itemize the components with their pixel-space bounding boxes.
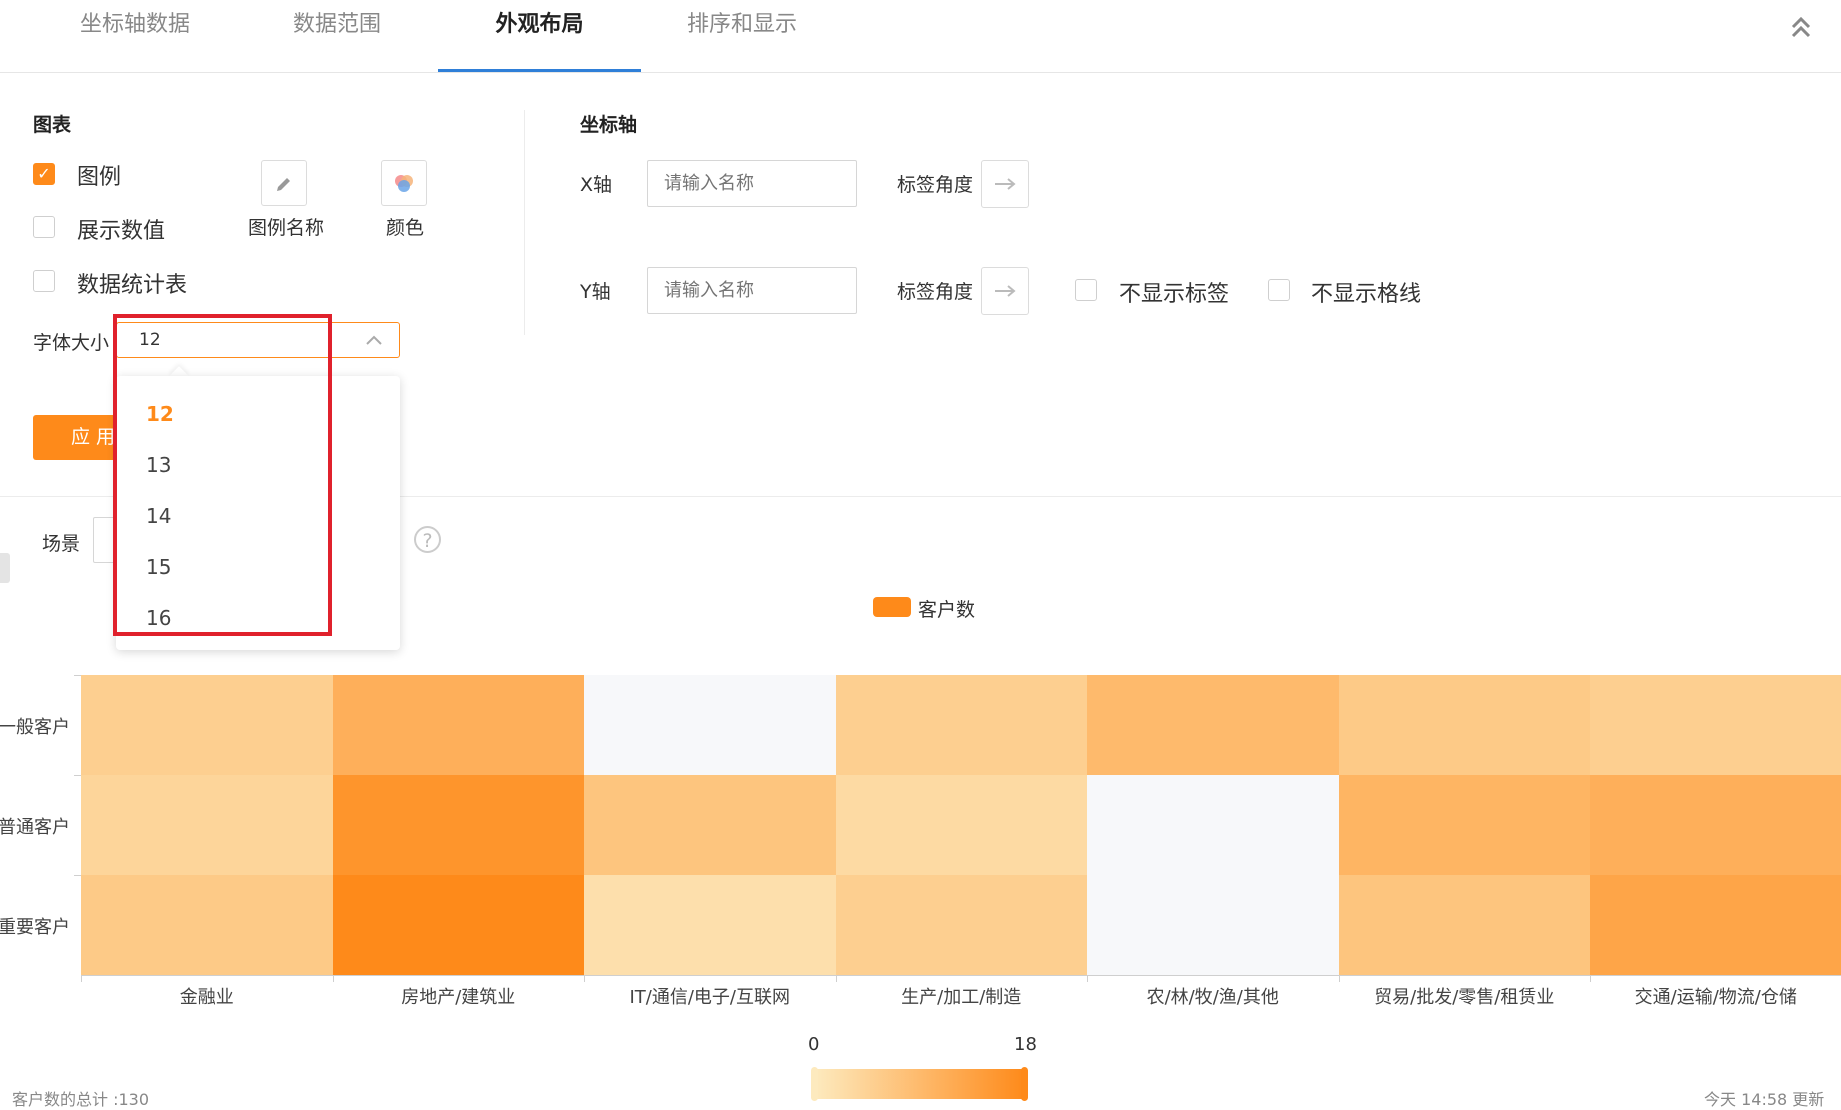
y-axis-tick-label: 普通客户: [0, 817, 70, 838]
x-axis-tick-label: 生产/加工/制造: [901, 987, 1022, 1008]
arrow-right-icon: [994, 173, 1016, 192]
heatmap-cell[interactable]: [1590, 875, 1841, 975]
heatmap-cell[interactable]: [584, 675, 836, 775]
heatmap-cell[interactable]: [835, 675, 1088, 775]
heatmap-cell[interactable]: [1087, 775, 1339, 875]
hide-labels-label: 不显示标签: [1119, 282, 1230, 307]
chevron-up-icon: [365, 323, 383, 369]
hide-gridlines-label: 不显示格线: [1311, 282, 1422, 307]
heatmap-cell[interactable]: [835, 875, 1088, 975]
heatmap-cell[interactable]: [584, 875, 836, 975]
font-size-label: 字体大小: [33, 332, 110, 354]
legend-checkbox[interactable]: ✓: [33, 163, 55, 185]
x-axis-tick-label: 贸易/批发/零售/租赁业: [1374, 987, 1555, 1008]
visual-map-min-label: 0: [808, 1034, 820, 1055]
y-axis-label: Y轴: [580, 281, 611, 303]
y-tag-angle-label: 标签角度: [897, 281, 974, 303]
highlight-box: [113, 314, 332, 636]
legend-swatch[interactable]: [873, 597, 911, 617]
heatmap-cell[interactable]: [835, 775, 1088, 875]
heatmap-cell[interactable]: [1590, 675, 1841, 775]
heatmap-cell[interactable]: [81, 875, 333, 975]
legend-name-label: 图例名称: [248, 217, 325, 239]
color-label: 颜色: [386, 217, 425, 239]
x-tag-angle-label: 标签角度: [897, 174, 974, 196]
pencil-icon: [274, 173, 294, 192]
visual-map-max-label: 18: [1014, 1034, 1037, 1055]
x-axis-tick-label: 金融业: [179, 987, 234, 1008]
x-axis-tick: [81, 975, 82, 982]
x-axis-tick-label: 房地产/建筑业: [401, 987, 516, 1008]
collapse-icon[interactable]: [1784, 14, 1818, 48]
visual-map-bar: [815, 1069, 1025, 1099]
section-divider: [524, 110, 525, 335]
visual-map-max-handle[interactable]: [1021, 1067, 1028, 1101]
tab-data-range[interactable]: 数据范围: [262, 0, 412, 72]
heatmap-cell[interactable]: [1338, 675, 1591, 775]
data-table-checkbox[interactable]: [33, 270, 55, 292]
heatmap-cell[interactable]: [332, 675, 585, 775]
footer-updated: 今天 14:58 更新: [1704, 1090, 1825, 1109]
tab-sort-display[interactable]: 排序和显示: [672, 0, 812, 72]
heatmap-cell[interactable]: [81, 675, 333, 775]
tab-appearance-layout[interactable]: 外观布局: [438, 0, 641, 72]
y-axis-tick-label: 重要客户: [0, 917, 70, 938]
y-axis-tick: [74, 775, 81, 776]
chart-section-title: 图表: [33, 114, 72, 136]
x-axis-tick-label: IT/通信/电子/互联网: [629, 987, 791, 1008]
y-axis-name-input[interactable]: [647, 267, 857, 314]
data-table-label: 数据统计表: [77, 273, 188, 298]
visual-map-min-handle[interactable]: [811, 1067, 818, 1101]
tab-axis-data[interactable]: 坐标轴数据: [62, 0, 208, 72]
show-values-checkbox[interactable]: [33, 216, 55, 238]
hide-gridlines-checkbox[interactable]: [1268, 279, 1290, 301]
y-tag-angle-button[interactable]: [981, 267, 1029, 315]
x-axis-name-input[interactable]: [647, 160, 857, 207]
legend-name-button[interactable]: [261, 160, 307, 206]
x-axis-tick: [1087, 975, 1088, 982]
heatmap-cell[interactable]: [81, 775, 333, 875]
x-axis-tick-label: 交通/运输/物流/仓储: [1634, 987, 1797, 1008]
x-axis-tick: [584, 975, 585, 982]
x-tag-angle-button[interactable]: [981, 160, 1029, 208]
axis-section-title: 坐标轴: [580, 114, 638, 136]
heatmap-cell[interactable]: [1087, 875, 1339, 975]
x-axis-tick-label: 农/林/牧/渔/其他: [1146, 987, 1279, 1008]
color-button[interactable]: [381, 160, 427, 206]
footer-total: 客户数的总计 :130: [12, 1090, 150, 1109]
heatmap-cell[interactable]: [1590, 775, 1841, 875]
x-axis-tick: [1338, 975, 1340, 982]
show-values-label: 展示数值: [77, 219, 166, 244]
hide-labels-checkbox[interactable]: [1075, 279, 1097, 301]
heatmap-cell[interactable]: [1338, 875, 1591, 975]
x-axis-label: X轴: [580, 174, 613, 196]
y-axis-tick: [74, 675, 81, 676]
legend-label: 客户数: [918, 599, 976, 621]
heatmap-cell[interactable]: [332, 875, 585, 975]
arrow-right-icon: [994, 280, 1016, 299]
heatmap-cell[interactable]: [1087, 675, 1339, 775]
tab-bar: 坐标轴数据 数据范围 外观布局 排序和显示: [0, 0, 1841, 73]
heatmap-cell[interactable]: [584, 775, 836, 875]
y-axis-tick: [74, 875, 81, 876]
legend-checkbox-label: 图例: [77, 165, 122, 190]
y-axis-tick-label: 一般客户: [0, 717, 70, 738]
x-axis-tick: [1590, 975, 1591, 982]
x-axis-tick: [332, 975, 334, 982]
x-axis-tick: [835, 975, 837, 982]
side-drag-handle[interactable]: [0, 553, 10, 583]
scene-label: 场景: [42, 533, 81, 555]
heatmap-cell[interactable]: [332, 775, 585, 875]
palette-icon: [391, 173, 417, 192]
x-axis-line: [81, 975, 1841, 976]
help-icon[interactable]: ?: [414, 526, 441, 553]
heatmap-cell[interactable]: [1338, 775, 1591, 875]
